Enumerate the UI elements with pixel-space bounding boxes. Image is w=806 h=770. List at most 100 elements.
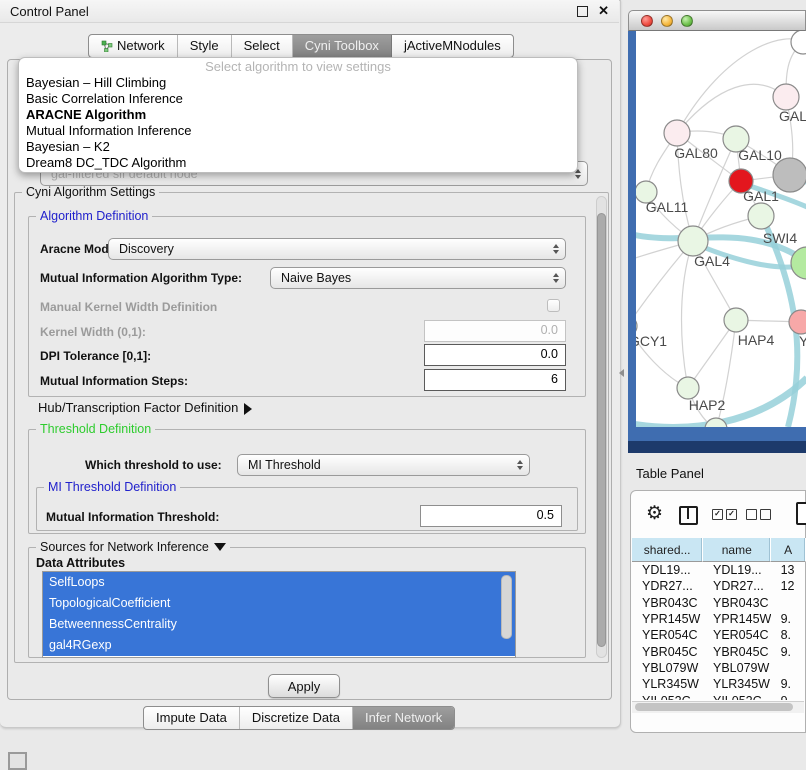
table-cell: YLR345W [703, 677, 771, 691]
table-row[interactable]: YLR345WYLR345W9. [632, 676, 806, 692]
tab-jactivemnodules[interactable]: jActiveMNodules [392, 35, 513, 57]
apply-button[interactable]: Apply [268, 674, 340, 698]
attribute-item-selected[interactable]: SelfLoops [43, 572, 515, 593]
algorithm-option[interactable]: Basic Correlation Inference [19, 91, 577, 107]
tab-style[interactable]: Style [178, 35, 232, 57]
tab-cyni-toolbox[interactable]: Cyni Toolbox [293, 35, 392, 57]
node-label: GAL [779, 108, 806, 124]
table-cell: YLR345W [632, 677, 703, 691]
network-node[interactable] [773, 158, 806, 192]
node-label: GAL80 [674, 145, 718, 161]
algorithm-option[interactable]: Mutual Information Inference [19, 123, 577, 139]
table-cell: YBL079W [703, 661, 771, 675]
tab-network[interactable]: Network [89, 35, 178, 57]
attribute-item-selected[interactable]: BetweennessCentrality [43, 614, 515, 635]
network-node[interactable] [724, 308, 748, 332]
table-cell: 12 [771, 579, 806, 593]
algorithm-definition-title: Algorithm Definition [36, 209, 152, 223]
algorithm-option[interactable]: Bayesian – K2 [19, 139, 577, 155]
table-cell: 9 [771, 694, 806, 700]
mi-threshold-label: Mutual Information Threshold: [46, 510, 219, 524]
which-threshold-label: Which threshold to use: [85, 458, 222, 472]
mi-threshold-field[interactable]: 0.5 [420, 505, 562, 527]
which-threshold-combo[interactable]: MI Threshold [237, 454, 530, 476]
table-cell: YDR27... [703, 579, 771, 593]
close-window-button[interactable] [641, 15, 653, 27]
tab-impute-data-label: Impute Data [156, 710, 227, 725]
table-cell: YDL19... [703, 563, 771, 577]
table-row[interactable]: YBL079WYBL079W [632, 660, 806, 676]
table-row[interactable]: YDL19...YDL19...13 [632, 562, 806, 578]
show-columns-icon[interactable] [679, 506, 698, 525]
table-settings-gear-icon[interactable]: ⚙ [646, 504, 663, 523]
bottom-tab-bar: Impute Data Discretize Data Infer Networ… [143, 706, 455, 730]
table-row[interactable]: YBR043CYBR043C [632, 595, 806, 611]
apply-button-label: Apply [288, 679, 321, 694]
control-panel-tab-bar: Network Style Select Cyni Toolbox jActiv… [88, 34, 514, 58]
threshold-definition-title: Threshold Definition [36, 422, 155, 436]
data-attributes-label: Data Attributes [36, 556, 125, 570]
node-label: GCY1 [636, 333, 667, 349]
dpi-tolerance-field[interactable]: 0.0 [424, 344, 566, 366]
attribute-item-selected[interactable]: TopologicalCoefficient [43, 593, 515, 614]
zoom-window-button[interactable] [681, 15, 693, 27]
column-header[interactable]: name [703, 538, 771, 562]
tab-select[interactable]: Select [232, 35, 293, 57]
network-node[interactable] [791, 31, 806, 54]
tab-discretize-data[interactable]: Discretize Data [240, 707, 353, 729]
table-cell: YPR145W [703, 612, 771, 626]
float-panel-icon[interactable] [577, 6, 588, 17]
table-cell: YER054C [703, 628, 771, 642]
table-cell: YIL052C [632, 694, 703, 700]
tab-impute-data[interactable]: Impute Data [144, 707, 240, 729]
network-window-titlebar[interactable] [628, 10, 806, 31]
table-panel-title: Table Panel [636, 466, 704, 481]
table-cell: 8. [771, 628, 806, 642]
algorithm-option[interactable]: Dream8 DC_TDC Algorithm [19, 155, 577, 171]
attribute-item-selected[interactable]: gal4RGexp [43, 635, 515, 656]
network-node[interactable] [678, 226, 708, 256]
aracne-mode-value: Discovery [119, 242, 174, 256]
column-header[interactable]: A [771, 538, 806, 562]
tab-infer-network[interactable]: Infer Network [353, 707, 454, 729]
hub-definition-expander[interactable]: Hub/Transcription Factor Definition [38, 400, 252, 415]
mi-type-combo[interactable]: Naive Bayes [270, 267, 566, 289]
network-node[interactable] [664, 120, 690, 146]
table-hscrollbar-thumb[interactable] [635, 703, 793, 711]
panel-splitter-grip[interactable] [619, 369, 624, 377]
network-canvas[interactable]: GALGAL80GAL10GAL1GAL11SWI4GAL4GCY1HAP4YH… [636, 31, 806, 427]
table-row[interactable]: YBR045CYBR045C9. [632, 643, 806, 659]
node-label: GAL10 [738, 147, 782, 163]
mi-steps-field[interactable]: 6 [424, 369, 566, 391]
minimize-window-button[interactable] [661, 15, 673, 27]
network-node[interactable] [677, 377, 699, 399]
data-attributes-list[interactable]: SelfLoops TopologicalCoefficient Between… [42, 571, 516, 658]
close-panel-icon[interactable]: ✕ [598, 6, 609, 16]
new-table-icon[interactable] [796, 502, 806, 525]
dpi-tolerance-label: DPI Tolerance [0,1]: [40, 349, 151, 363]
tab-infer-network-label: Infer Network [365, 710, 442, 725]
control-panel-title: Control Panel [10, 4, 89, 19]
table-row[interactable]: YIL052CYIL052C9 [632, 692, 806, 700]
minimized-panel-icon[interactable] [8, 752, 27, 770]
attribute-list-scrollbar[interactable] [501, 575, 512, 639]
manual-kernel-checkbox[interactable] [547, 299, 560, 312]
algorithm-option[interactable]: Bayesian – Hill Climbing [19, 75, 577, 91]
column-header[interactable]: shared... [632, 538, 703, 562]
settings-scrollbar-thumb[interactable] [597, 213, 606, 647]
hub-definition-label: Hub/Transcription Factor Definition [38, 400, 238, 415]
network-node[interactable] [748, 203, 774, 229]
select-all-rows-icon[interactable]: ✓ ✓ [712, 509, 737, 520]
table-cell: 9. [771, 645, 806, 659]
which-threshold-value: MI Threshold [248, 458, 321, 472]
algorithm-option-selected[interactable]: ARACNE Algorithm [19, 107, 577, 123]
table-row[interactable]: YER054CYER054C8. [632, 627, 806, 643]
table-row[interactable]: YDR27...YDR27...12 [632, 578, 806, 594]
sources-expander[interactable]: Sources for Network Inference [36, 540, 230, 554]
aracne-mode-combo[interactable]: Discovery [108, 238, 566, 260]
table-row[interactable]: YPR145WYPR145W9. [632, 611, 806, 627]
deselect-all-rows-icon[interactable] [746, 509, 771, 520]
node-label: SWI4 [763, 230, 797, 246]
network-node[interactable] [773, 84, 799, 110]
kernel-width-field[interactable]: 0.0 [424, 320, 566, 342]
